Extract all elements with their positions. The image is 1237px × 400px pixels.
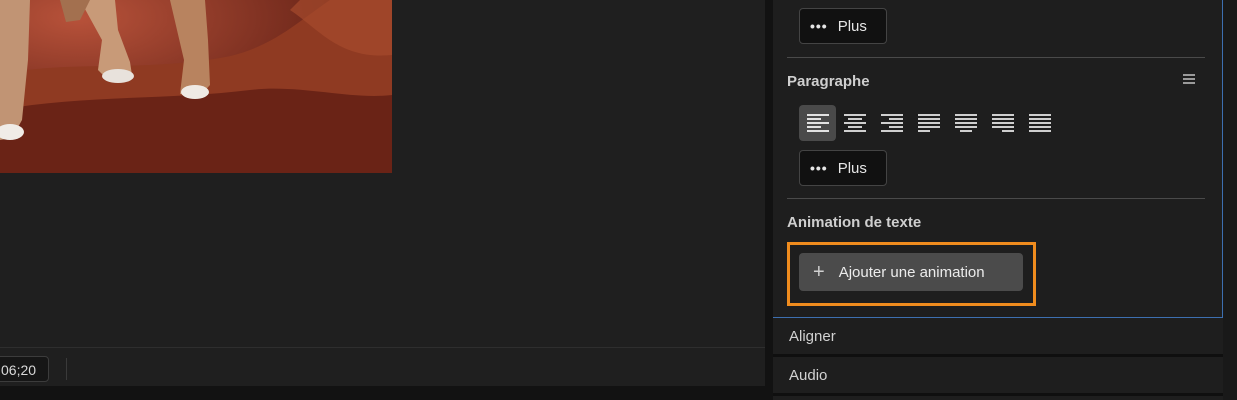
paragraph-alignment-row: [799, 105, 1058, 141]
essential-graphics-panel: ••• Plus Paragraphe ••• Plus Animation d…: [773, 0, 1223, 318]
more-dots-icon: •••: [810, 160, 828, 176]
section-align-header[interactable]: Aligner: [773, 319, 1223, 355]
section-audio-header[interactable]: Audio: [773, 358, 1223, 394]
align-right-button[interactable]: [873, 105, 910, 141]
plus-icon: +: [813, 261, 825, 283]
section-divider: [773, 354, 1223, 357]
align-center-button[interactable]: [836, 105, 873, 141]
video-preview[interactable]: [0, 0, 392, 173]
paragraph-more-button[interactable]: ••• Plus: [799, 150, 887, 186]
add-animation-button[interactable]: + Ajouter une animation: [799, 253, 1023, 291]
panel-gutter[interactable]: [765, 0, 773, 400]
monitor-divider: [0, 347, 765, 348]
justify-center-icon: [954, 114, 977, 132]
align-left-button[interactable]: [799, 105, 836, 141]
justify-all-icon: [1028, 114, 1051, 132]
align-left-icon: [806, 114, 829, 132]
app-window: 06;20 ••• Plus Paragraphe ••• Plus Anima…: [0, 0, 1237, 400]
justify-right-button[interactable]: [984, 105, 1021, 141]
text-more-button[interactable]: ••• Plus: [799, 8, 887, 44]
justify-right-icon: [991, 114, 1014, 132]
paragraph-more-label: Plus: [837, 159, 867, 177]
text-more-label: Plus: [837, 17, 867, 35]
justify-left-icon: [917, 114, 940, 132]
toolbar-divider: [66, 358, 67, 380]
text-animation-title: Animation de texte: [787, 214, 922, 231]
align-center-icon: [843, 114, 866, 132]
preview-image: [0, 0, 392, 173]
hamburger-icon[interactable]: [1183, 74, 1195, 86]
paragraph-title: Paragraphe: [787, 73, 870, 90]
add-animation-label: Ajouter une animation: [838, 263, 985, 281]
section-separator: [787, 57, 1205, 58]
program-monitor: 06;20: [0, 0, 765, 386]
more-dots-icon: •••: [810, 18, 828, 34]
justify-center-button[interactable]: [947, 105, 984, 141]
justify-left-button[interactable]: [910, 105, 947, 141]
align-right-icon: [880, 114, 903, 132]
section-divider: [773, 393, 1223, 396]
monitor-bottom-edge: [0, 386, 765, 400]
section-separator: [787, 198, 1205, 199]
justify-all-button[interactable]: [1021, 105, 1058, 141]
timecode-display[interactable]: 06;20: [0, 356, 50, 382]
panel-right-edge: [1223, 0, 1237, 400]
